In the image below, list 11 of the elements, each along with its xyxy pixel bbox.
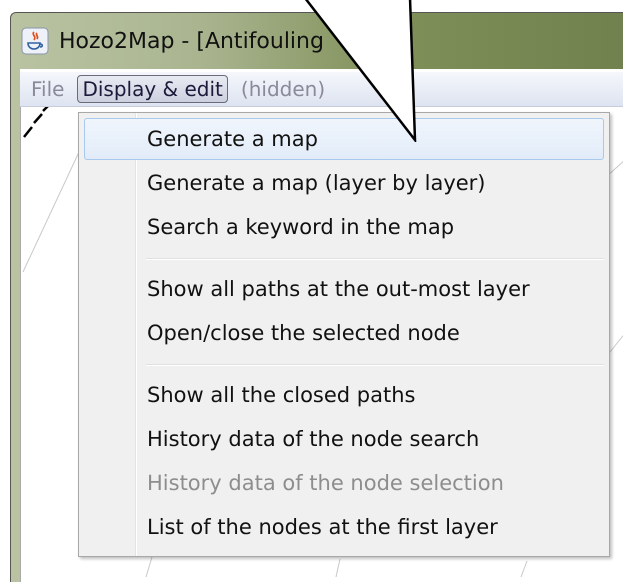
- menu-item[interactable]: History data of the node search: [84, 418, 604, 460]
- menu-item[interactable]: Generate a map: [84, 118, 604, 160]
- menu-item[interactable]: Show all the closed paths: [84, 374, 604, 416]
- java-cup-icon: [21, 27, 49, 55]
- menu-bar-item[interactable]: Display & edit: [77, 75, 228, 103]
- menu-item[interactable]: List of the nodes at the first layer: [84, 506, 604, 548]
- menu-item[interactable]: Open/close the selected node: [84, 312, 604, 354]
- menu-item[interactable]: Show all paths at the out-most layer: [84, 268, 604, 310]
- menu-item[interactable]: Search a keyword in the map: [84, 206, 604, 248]
- window-title: Hozo2Map - [Antifouling: [59, 28, 324, 54]
- menu-item[interactable]: Generate a map (layer by layer): [84, 162, 604, 204]
